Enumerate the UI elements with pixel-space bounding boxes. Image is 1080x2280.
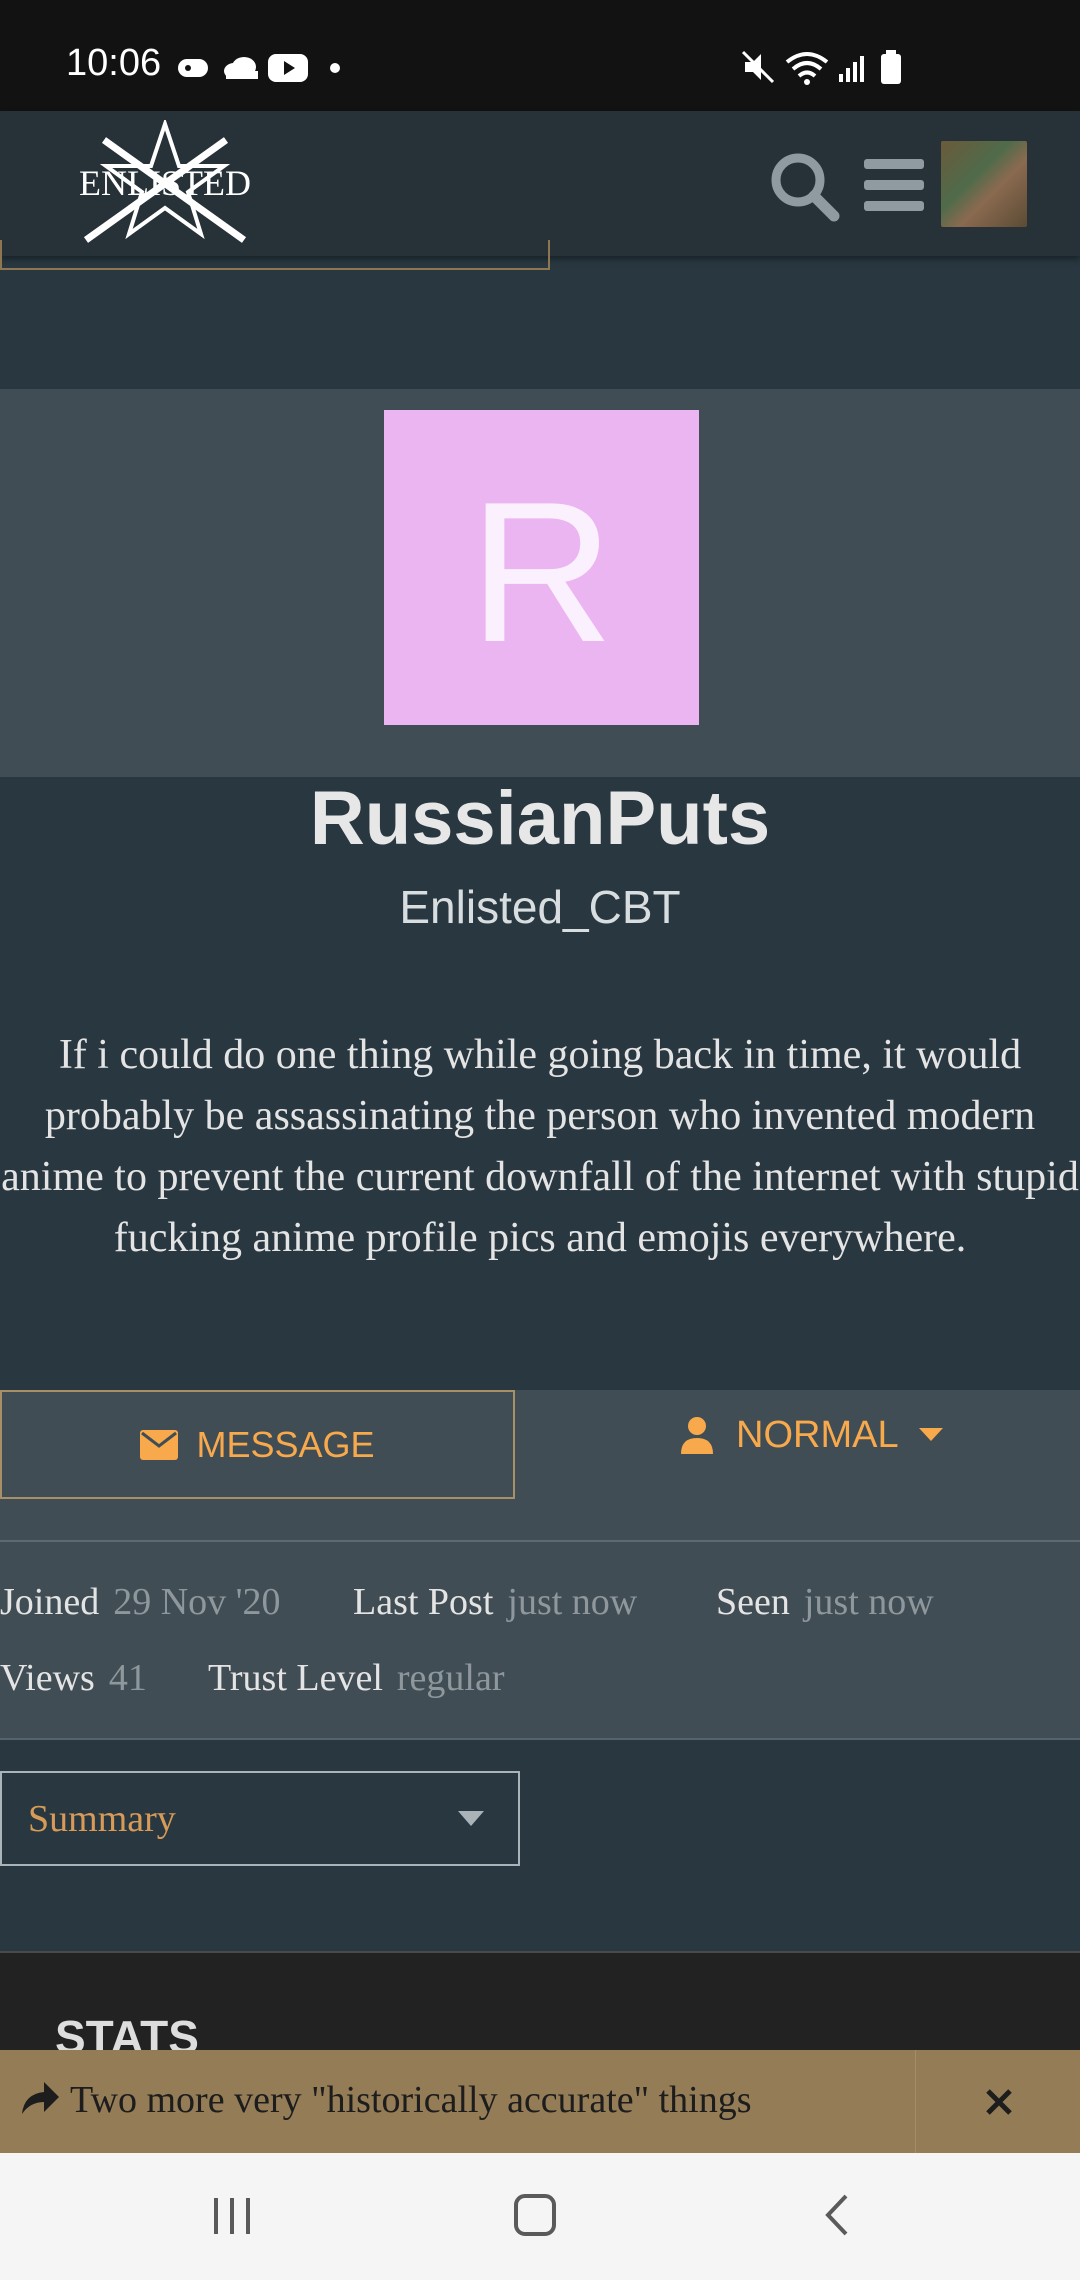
- close-icon: [985, 2088, 1012, 2115]
- hamburger-menu-icon[interactable]: [862, 155, 926, 215]
- profile-username: RussianPuts: [309, 776, 771, 861]
- topic-banner-title[interactable]: Two more very "historically accurate" th…: [70, 2078, 752, 2122]
- last-post-value: just now: [507, 1581, 638, 1623]
- share-arrow-icon: [22, 2082, 59, 2114]
- status-bar: [0, 0, 1080, 111]
- notification-dot-icon: [330, 63, 340, 73]
- trust-level-label: Trust Level: [208, 1657, 383, 1699]
- last-post-stat: Last Post just now: [353, 1580, 637, 1624]
- profile-section-select[interactable]: Summary: [0, 1771, 520, 1866]
- divider: [0, 1540, 1080, 1542]
- youtube-icon: [268, 54, 308, 82]
- caret-down-icon: [458, 1811, 484, 1826]
- profile-bio: If i could do one thing while going back…: [1, 1032, 1079, 1261]
- profile-title: Enlisted_CBT: [399, 881, 681, 933]
- views-value: 41: [108, 1657, 147, 1699]
- seen-label: Seen: [716, 1581, 790, 1623]
- views-label: Views: [0, 1657, 95, 1699]
- user-icon: [681, 1417, 713, 1454]
- signal-icon: [839, 56, 864, 82]
- game-controller-icon: [178, 59, 208, 77]
- site-logo[interactable]: ENLISTED: [76, 120, 254, 250]
- envelope-icon: [140, 1429, 179, 1460]
- avatar-letter: R: [469, 460, 614, 684]
- divider: [0, 1738, 1080, 1740]
- battery-icon: [881, 50, 901, 84]
- joined-label: Joined: [0, 1581, 100, 1623]
- current-user-avatar[interactable]: [941, 141, 1027, 227]
- topic-banner-close-button[interactable]: [915, 2050, 1080, 2153]
- status-time: 10:06: [66, 42, 162, 84]
- notification-level-dropdown[interactable]: NORMAL: [680, 1405, 943, 1465]
- recent-apps-icon[interactable]: [210, 2190, 254, 2240]
- message-button[interactable]: MESSAGE: [0, 1390, 515, 1499]
- message-button-label: MESSAGE: [196, 1423, 375, 1465]
- home-icon[interactable]: [510, 2190, 560, 2240]
- joined-value: 29 Nov '20: [113, 1581, 281, 1623]
- back-icon[interactable]: [818, 2190, 858, 2240]
- last-post-label: Last Post: [353, 1581, 494, 1623]
- notification-level-label: NORMAL: [736, 1413, 899, 1456]
- seen-stat: Seen just now: [716, 1580, 934, 1624]
- wifi-icon: [785, 52, 829, 85]
- profile-avatar: R: [384, 410, 699, 725]
- seen-value: just now: [803, 1581, 934, 1623]
- profile-section-selected: Summary: [28, 1797, 176, 1840]
- cloud-icon: [224, 57, 258, 79]
- mute-icon: [741, 50, 775, 84]
- views-stat: Views 41: [0, 1656, 147, 1700]
- trust-level-value: regular: [396, 1657, 505, 1699]
- joined-stat: Joined 29 Nov '20: [0, 1580, 281, 1624]
- search-icon[interactable]: [768, 150, 840, 222]
- caret-down-icon: [918, 1428, 943, 1441]
- logo-text: ENLISTED: [79, 163, 251, 203]
- trust-level-stat: Trust Level regular: [208, 1656, 505, 1700]
